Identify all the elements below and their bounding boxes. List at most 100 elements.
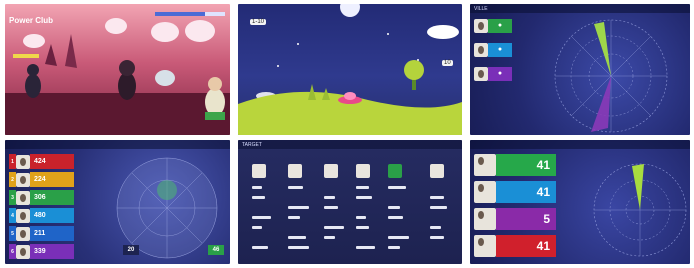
avatar [474, 18, 488, 33]
rank-badge: 1 [9, 154, 16, 169]
table-cell [288, 216, 300, 219]
list-item[interactable]: ● [474, 66, 512, 81]
night-scene-panel[interactable]: 1-10 10 [238, 4, 462, 135]
hero-legs-icon [205, 112, 225, 120]
leaderboard-row[interactable]: 5 211 [9, 226, 74, 241]
rank-badge: 5 [9, 226, 16, 241]
scoreboard-row[interactable]: 41 [474, 235, 556, 257]
hero-icon [205, 88, 225, 116]
score-value: 306 [30, 190, 74, 205]
score-value: 339 [30, 244, 74, 259]
score-value: 211 [30, 226, 74, 241]
table-cell [356, 226, 369, 229]
avatar [16, 226, 30, 241]
table-panel[interactable]: TARGET [238, 140, 462, 264]
avatar [474, 208, 496, 230]
ufo-dome-icon [344, 92, 356, 100]
table-cell [430, 206, 447, 209]
avatar [288, 164, 302, 178]
radar-chart [593, 163, 687, 257]
table-cell [252, 226, 262, 229]
panel-header: VILLE [474, 6, 488, 12]
top-bar [470, 4, 690, 13]
avatar [474, 42, 488, 57]
rock-spire-icon [45, 44, 57, 66]
avatar [16, 244, 30, 259]
rank-badge: 3 [9, 190, 16, 205]
avatar [474, 66, 488, 81]
radar-panel[interactable]: VILLE ● ● ● [470, 4, 690, 135]
character-head-icon [27, 64, 39, 76]
table-cell [388, 236, 409, 239]
status-badge: ● [488, 18, 512, 33]
status-badge: ● [488, 42, 512, 57]
avatar [252, 164, 266, 178]
radar-sector-purple [591, 76, 611, 132]
battle-scene-panel[interactable]: Power Club [5, 4, 230, 135]
score-value: 5 [496, 208, 556, 230]
radar-sector-green [594, 22, 611, 76]
table-cell [356, 186, 369, 189]
table-cell [356, 216, 366, 219]
table-cell [388, 246, 400, 249]
top-bar [238, 140, 462, 149]
leaderboard-radar-panel[interactable]: 1 424 2 224 3 306 4 480 5 211 6 339 20 46 [5, 140, 230, 264]
rank-badge: 6 [9, 244, 16, 259]
leaderboard-row[interactable]: 4 480 [9, 208, 74, 223]
table-cell [324, 226, 344, 229]
leaderboard-row[interactable]: 2 224 [9, 172, 74, 187]
table-cell [356, 196, 372, 199]
table-cell [324, 236, 335, 239]
table-cell [252, 246, 268, 249]
avatar [16, 190, 30, 205]
table-cell [430, 196, 444, 199]
monster-head-icon [119, 60, 135, 76]
table-cell [388, 186, 406, 189]
marker-left: 20 [123, 245, 139, 255]
top-bar [5, 140, 230, 149]
top-bar [470, 140, 690, 149]
rank-badge: 2 [9, 172, 16, 187]
avatar [474, 181, 496, 203]
avatar [474, 235, 496, 257]
radar-blob [157, 180, 177, 200]
monster-icon [118, 72, 136, 100]
leaderboard-row[interactable]: 3 306 [9, 190, 74, 205]
status-badge: ● [488, 66, 512, 81]
character-icon [25, 74, 41, 98]
rock-spire-icon [65, 34, 77, 68]
scoreboard-row[interactable]: 41 [474, 154, 556, 176]
table-cell [388, 216, 403, 219]
tree-icon [404, 60, 424, 80]
table-cell [288, 186, 303, 189]
moon-icon [340, 4, 360, 17]
marker-right: 46 [208, 245, 224, 255]
score-value: 424 [30, 154, 74, 169]
radar-sector-green [632, 164, 644, 210]
panel-header: TARGET [242, 142, 262, 148]
table-cell [324, 206, 338, 209]
score-value: 41 [496, 154, 556, 176]
leaderboard-row[interactable]: 1 424 [9, 154, 74, 169]
scoreboard-row[interactable]: 5 [474, 208, 556, 230]
scoreboard-panel[interactable]: 41 41 5 41 [470, 140, 690, 264]
score-value: 224 [30, 172, 74, 187]
avatar [474, 154, 496, 176]
score-value: 41 [496, 235, 556, 257]
cloud-icon [427, 25, 459, 39]
list-item[interactable]: ● [474, 42, 512, 57]
hero-head-icon [208, 77, 222, 91]
scoreboard-row[interactable]: 41 [474, 181, 556, 203]
list-item[interactable]: ● [474, 18, 512, 33]
avatar [16, 154, 30, 169]
level-tag: 1-10 [250, 19, 267, 25]
table-cell [252, 216, 271, 219]
table-cell [252, 196, 265, 199]
radar-chart [554, 19, 668, 133]
table-cell [288, 206, 309, 209]
score-value: 41 [496, 181, 556, 203]
leaderboard-row[interactable]: 6 339 [9, 244, 74, 259]
night-scene-layer [238, 4, 462, 135]
creature-icon [155, 70, 175, 86]
table-cell [430, 226, 441, 229]
